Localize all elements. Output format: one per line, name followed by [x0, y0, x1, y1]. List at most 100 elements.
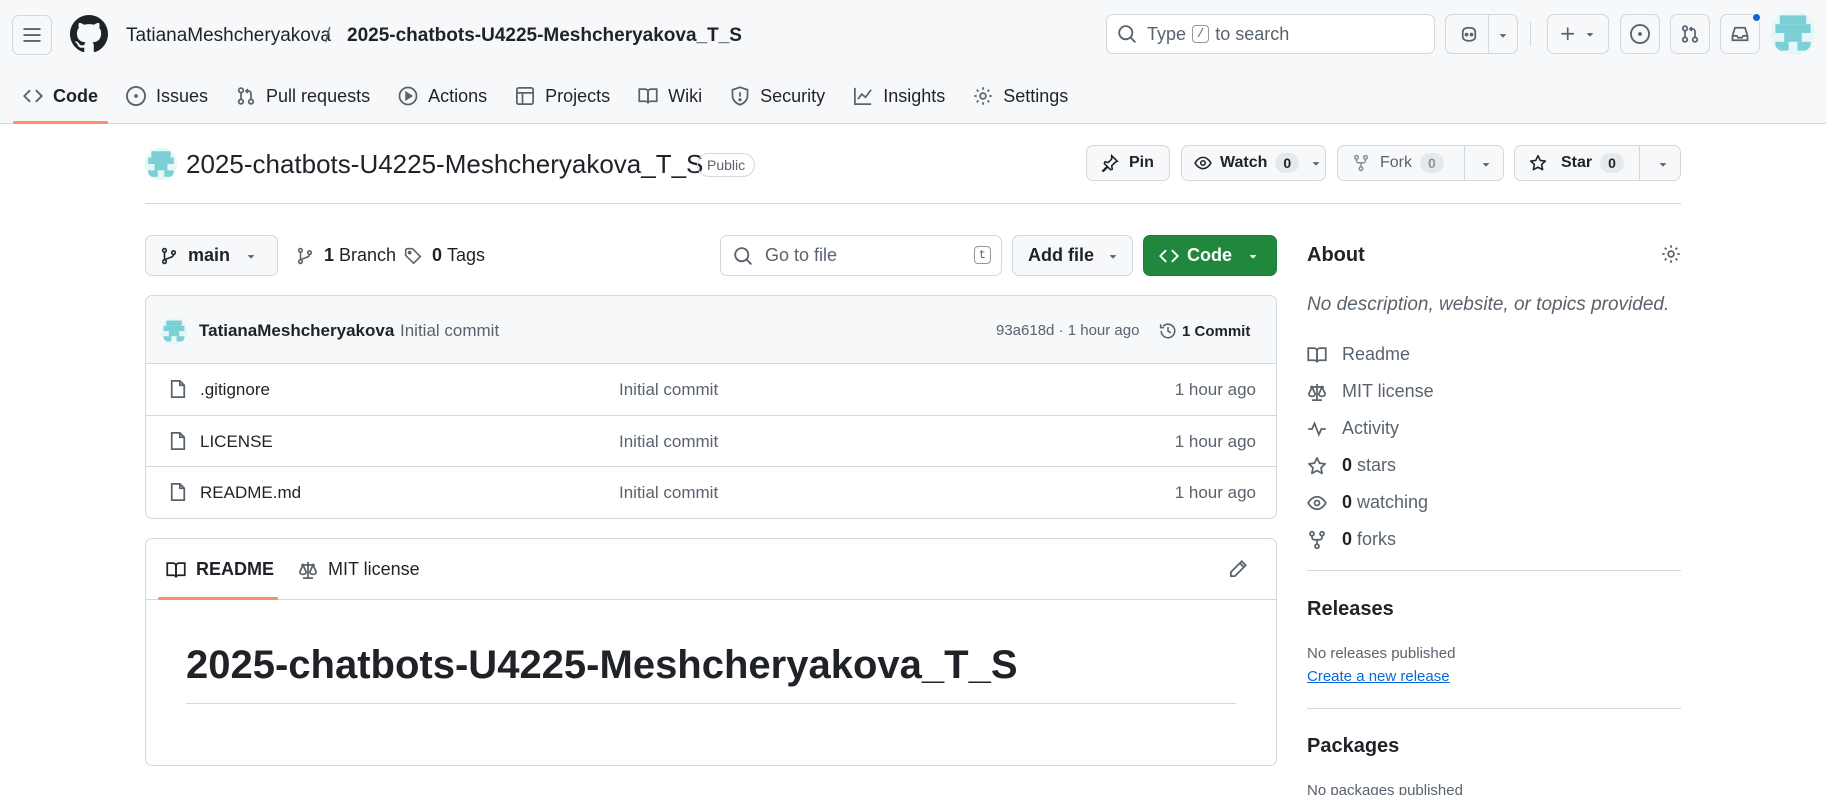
tab-pull-requests-label: Pull requests	[266, 85, 371, 106]
branches-link[interactable]: 1 Branch	[296, 245, 396, 266]
tab-readme[interactable]: README	[166, 559, 274, 580]
chevron-down-icon[interactable]	[1496, 28, 1510, 42]
breadcrumb-owner[interactable]: TatianaMeshcheryakova	[126, 24, 331, 48]
tab-code[interactable]: Code	[13, 80, 108, 124]
book-icon	[1307, 345, 1327, 365]
chevron-down-icon[interactable]	[1479, 157, 1493, 171]
stars-link[interactable]: 0 stars	[1307, 455, 1396, 476]
stars-count: 0	[1342, 455, 1353, 475]
watch-count: 0	[1275, 153, 1300, 173]
tab-settings[interactable]: Settings	[963, 80, 1078, 112]
commit-count-label: 1 Commit	[1182, 322, 1251, 340]
tab-security[interactable]: Security	[720, 80, 835, 112]
law-icon	[1307, 382, 1327, 402]
global-search[interactable]: Type / to search	[1106, 14, 1435, 54]
repo-owner-avatar[interactable]	[145, 148, 177, 180]
commit-meta[interactable]: 93a618d · 1 hour ago	[996, 322, 1139, 339]
fork-button[interactable]: Fork 0	[1337, 145, 1504, 181]
pin-button[interactable]: Pin	[1086, 145, 1170, 181]
chevron-down-icon[interactable]	[1656, 157, 1670, 171]
file-commit-message[interactable]: Initial commit	[619, 432, 718, 452]
law-icon	[298, 560, 318, 580]
search-icon	[1117, 24, 1137, 44]
chevron-down-icon	[1106, 249, 1120, 263]
fork-icon	[1352, 154, 1370, 172]
file-commit-message[interactable]: Initial commit	[619, 380, 718, 400]
tag-label: Tags	[447, 245, 486, 265]
user-avatar[interactable]	[1771, 11, 1815, 55]
code-button-label: Code	[1187, 245, 1232, 265]
forks-count: 0	[1342, 529, 1353, 549]
tab-projects[interactable]: Projects	[505, 80, 620, 112]
branch-label: Branch	[339, 245, 397, 265]
file-name[interactable]: README.md	[200, 483, 301, 503]
forks-link[interactable]: 0 forks	[1307, 529, 1396, 550]
breadcrumb-separator: /	[325, 25, 331, 47]
tab-license[interactable]: MIT license	[298, 559, 420, 580]
code-button[interactable]: Code	[1143, 235, 1277, 276]
tab-wiki[interactable]: Wiki	[628, 80, 712, 112]
tab-issues-label: Issues	[156, 85, 209, 106]
add-file-label: Add file	[1028, 245, 1094, 265]
file-icon	[168, 379, 188, 399]
repo-title[interactable]: 2025-chatbots-U4225-Meshcheryakova_T_S	[186, 149, 703, 180]
tab-readme-label: README	[196, 559, 275, 579]
file-commit-message[interactable]: Initial commit	[619, 483, 718, 503]
add-file-button[interactable]: Add file	[1012, 235, 1133, 276]
pencil-icon[interactable]	[1228, 559, 1248, 579]
table-row[interactable]: LICENSE Initial commit 1 hour ago	[146, 416, 1276, 467]
commit-message[interactable]: Initial commit	[400, 321, 499, 341]
readme-tabs: README MIT license	[146, 539, 1276, 600]
pin-label: Pin	[1129, 154, 1154, 171]
gear-icon	[973, 86, 993, 106]
star-count: 0	[1600, 153, 1624, 173]
pull-request-icon	[236, 86, 256, 106]
breadcrumb-repo[interactable]: 2025-chatbots-U4225-Meshcheryakova_T_S	[347, 24, 742, 48]
watching-link[interactable]: 0 watching	[1307, 492, 1428, 513]
tag-count: 0	[432, 245, 443, 265]
search-suffix: to search	[1215, 23, 1290, 44]
latest-commit-row: TatianaMeshcheryakova Initial commit 93a…	[146, 296, 1276, 364]
go-to-file-input[interactable]: Go to file t	[720, 235, 1002, 276]
readme-heading: 2025-chatbots-U4225-Meshcheryakova_T_S	[186, 643, 1018, 687]
menu-button[interactable]	[12, 15, 52, 55]
create-new-button[interactable]	[1547, 14, 1609, 54]
table-row[interactable]: README.md Initial commit 1 hour ago	[146, 467, 1276, 518]
commits-link[interactable]: 1 Commit	[1159, 317, 1250, 345]
tab-settings-label: Settings	[1003, 85, 1069, 106]
packages-title[interactable]: Packages	[1307, 735, 1399, 758]
pull-requests-button[interactable]	[1670, 14, 1710, 54]
star-button[interactable]: Star 0	[1514, 145, 1681, 181]
gear-icon[interactable]	[1661, 244, 1681, 264]
activity-link[interactable]: Activity	[1307, 418, 1399, 439]
readme-link[interactable]: Readme	[1307, 344, 1410, 365]
packages-empty: No packages published	[1307, 782, 1463, 795]
play-icon	[398, 86, 418, 106]
watch-button[interactable]: Watch 0	[1181, 145, 1326, 181]
tab-projects-label: Projects	[545, 85, 611, 106]
copilot-button[interactable]	[1445, 14, 1518, 54]
create-release-link[interactable]: Create a new release	[1307, 668, 1450, 685]
license-link[interactable]: MIT license	[1307, 381, 1434, 402]
tab-pull-requests[interactable]: Pull requests	[226, 80, 380, 112]
chevron-down-icon[interactable]	[1309, 156, 1323, 170]
github-logo-icon[interactable]	[70, 15, 108, 53]
tab-issues[interactable]: Issues	[116, 80, 218, 112]
releases-title[interactable]: Releases	[1307, 598, 1394, 621]
notification-dot	[1751, 12, 1762, 23]
issues-button[interactable]	[1620, 14, 1660, 54]
commit-author[interactable]: TatianaMeshcheryakova	[199, 321, 394, 341]
active-tab-underline	[158, 597, 278, 600]
fork-count: 0	[1420, 153, 1444, 173]
tab-actions[interactable]: Actions	[388, 80, 497, 112]
table-row[interactable]: .gitignore Initial commit 1 hour ago	[146, 364, 1276, 416]
commit-author-avatar[interactable]	[161, 318, 187, 344]
file-icon	[168, 482, 188, 502]
file-name[interactable]: .gitignore	[200, 380, 270, 400]
file-name[interactable]: LICENSE	[200, 432, 273, 452]
branch-selector[interactable]: main	[145, 235, 278, 276]
tags-link[interactable]: 0 Tags	[404, 245, 485, 266]
file-time: 1 hour ago	[1174, 483, 1256, 502]
fork-label: Fork	[1380, 154, 1412, 171]
tab-insights[interactable]: Insights	[843, 80, 955, 112]
